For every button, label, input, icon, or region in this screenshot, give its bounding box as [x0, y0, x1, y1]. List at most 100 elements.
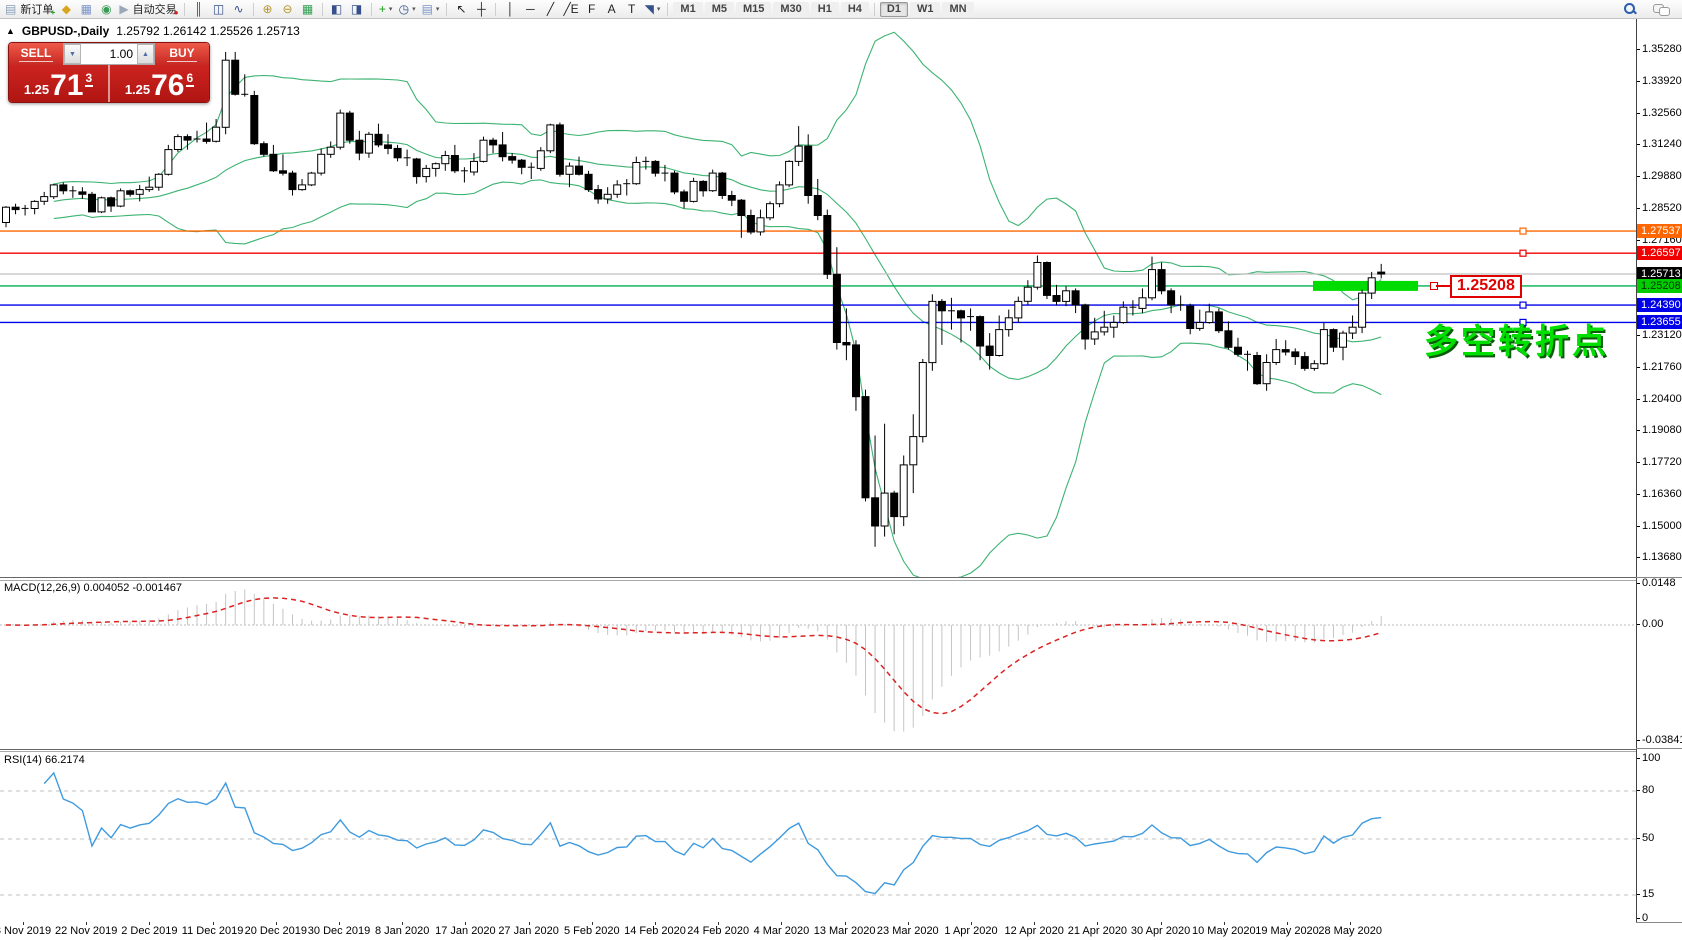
axis-tick-label: 80 [1642, 784, 1654, 796]
toolbar-separator [495, 3, 496, 16]
trading-platform-window: ▤+新订单◆▦◉▶●自动交易║◫∿⊕⊖▦◧◨+▾◷▾▤▾↖┼│─╱╱EFAT◥▾… [0, 0, 1682, 940]
buy-button[interactable]: BUY [155, 43, 209, 65]
chevron-down-icon: ▼ [69, 51, 76, 58]
sell-price[interactable]: 1.25 71 3 [9, 65, 108, 102]
axis-tick-label: -0.038415 [1642, 734, 1682, 746]
vertical-line-button[interactable]: │ [500, 1, 520, 18]
bull-bear-turning-point-annotation: 多空转折点 [1424, 314, 1609, 363]
autotrading-button[interactable]: ▶●自动交易 [116, 1, 179, 18]
autotrading-icon: ▶ [119, 3, 128, 15]
rsi-canvas[interactable] [0, 752, 1636, 923]
cascade-windows-icon: ◨ [351, 3, 362, 15]
candlestick-chart-button[interactable]: ◫ [209, 1, 229, 18]
date-label: 20 Dec 2019 [245, 925, 307, 937]
date-label: 30 Apr 2020 [1131, 925, 1190, 937]
axis-tick-label: 1.23120 [1642, 329, 1682, 341]
periods-button[interactable]: ◷▾ [396, 1, 419, 18]
time-axis[interactable]: 3 Nov 201922 Nov 20192 Dec 201911 Dec 20… [0, 922, 1636, 940]
timeframe-d1-button[interactable]: D1 [880, 2, 908, 17]
zoom-out-button[interactable]: ⊖ [278, 1, 298, 18]
new-order-button[interactable]: ▤+新订单 [2, 1, 56, 18]
vertical-line-icon: │ [507, 3, 515, 15]
zoom-in-button[interactable]: ⊕ [258, 1, 278, 18]
sell-button[interactable]: SELL [9, 43, 63, 65]
date-label: 22 Nov 2019 [55, 925, 117, 937]
timeframe-w1-button[interactable]: W1 [910, 2, 941, 17]
search-button[interactable] [1620, 1, 1640, 18]
chevron-up-icon: ▲ [142, 51, 149, 58]
text-button[interactable]: A [602, 1, 622, 18]
timeframe-m5-button[interactable]: M5 [705, 2, 734, 17]
horizontal-line-button[interactable]: ─ [520, 1, 540, 18]
chat-button[interactable] [1650, 1, 1672, 18]
arrows-button[interactable]: ◥▾ [642, 1, 664, 18]
pane-separator [1636, 748, 1682, 749]
volume-input[interactable]: 1.00 [81, 44, 137, 64]
templates-button[interactable]: ▤▾ [419, 1, 443, 18]
date-label: 17 Jan 2020 [435, 925, 496, 937]
buy-price[interactable]: 1.25 76 6 [110, 65, 209, 102]
date-label: 10 May 2020 [1192, 925, 1256, 937]
date-label: 28 May 2020 [1318, 925, 1382, 937]
trendline-button[interactable]: ╱ [540, 1, 560, 18]
search-icon [1623, 2, 1637, 16]
axis-tick [1637, 838, 1640, 839]
cascade-windows-button[interactable]: ◨ [347, 1, 367, 18]
crosshair-button[interactable]: ┼ [471, 1, 491, 18]
navigator-button[interactable]: ◉ [96, 1, 116, 18]
data-window-icon: ▦ [81, 3, 92, 15]
one-click-trading-panel: SELL ▼ 1.00 ▲ BUY 1.25 71 3 1.25 76 6 [8, 42, 210, 103]
volume-increase-button[interactable]: ▲ [137, 44, 154, 64]
macd-canvas[interactable] [0, 581, 1636, 749]
tile-windows-button[interactable]: ▦ [298, 1, 318, 18]
date-label: 4 Mar 2020 [754, 925, 810, 937]
date-label: 24 Feb 2020 [687, 925, 749, 937]
axis-tick [1637, 240, 1640, 241]
indicators-icon: + [379, 3, 386, 15]
arrange-windows-button[interactable]: ◧ [327, 1, 347, 18]
text-label-button[interactable]: T [622, 1, 642, 18]
main-chart-canvas[interactable] [0, 19, 1636, 577]
line-chart-button[interactable]: ∿ [229, 1, 249, 18]
timeframe-m1-button[interactable]: M1 [673, 2, 702, 17]
volume-decrease-button[interactable]: ▼ [64, 44, 81, 64]
bar-chart-icon: ║ [194, 3, 203, 15]
timeframe-h1-button[interactable]: H1 [811, 2, 839, 17]
market-watch-button[interactable]: ◆ [56, 1, 76, 18]
toolbar-separator [446, 3, 447, 16]
date-label: 19 May 2020 [1255, 925, 1319, 937]
data-window-button[interactable]: ▦ [76, 1, 96, 18]
toolbar-separator [184, 3, 185, 16]
price-axis[interactable]: 1.352801.339201.325601.312401.298801.285… [1636, 19, 1682, 922]
pane-separator [1636, 922, 1682, 923]
buy-price-point: 6 [186, 71, 195, 87]
collapse-panel-arrow-icon[interactable]: ▲ [6, 26, 15, 36]
axis-tick-label: 100 [1642, 752, 1660, 764]
axis-tick-label: 1.21760 [1642, 361, 1682, 373]
timeframe-m30-button[interactable]: M30 [773, 2, 808, 17]
timeframe-h4-button[interactable]: H4 [841, 2, 869, 17]
price-callout-label[interactable]: 1.25208 [1450, 275, 1522, 298]
dropdown-arrow-icon: ▾ [389, 5, 393, 13]
main-chart-pane [0, 19, 1636, 578]
axis-tick-label: 1.35280 [1642, 43, 1682, 55]
axis-tick [1637, 624, 1640, 625]
periods-icon: ◷ [399, 3, 409, 15]
bar-chart-button[interactable]: ║ [189, 1, 209, 18]
chart-title: ▲ GBPUSD-,Daily 1.25792 1.26142 1.25526 … [6, 24, 300, 38]
text-label-icon: T [628, 3, 635, 15]
equidistant-channel-button[interactable]: ╱E [560, 1, 581, 18]
axis-tick [1637, 894, 1640, 895]
timeframe-m15-button[interactable]: M15 [736, 2, 771, 17]
zoom-out-icon: ⊖ [283, 3, 293, 15]
timeframe-mn-button[interactable]: MN [942, 2, 973, 17]
indicators-button[interactable]: +▾ [376, 1, 396, 18]
toolbar-separator [667, 3, 668, 16]
cursor-button[interactable]: ↖ [451, 1, 471, 18]
fibonacci-button[interactable]: F [582, 1, 602, 18]
date-label: 5 Feb 2020 [564, 925, 620, 937]
date-label: 21 Apr 2020 [1068, 925, 1127, 937]
axis-tick [1637, 176, 1640, 177]
rsi-indicator-label: RSI(14) 66.2174 [4, 754, 85, 766]
axis-tick [1637, 367, 1640, 368]
